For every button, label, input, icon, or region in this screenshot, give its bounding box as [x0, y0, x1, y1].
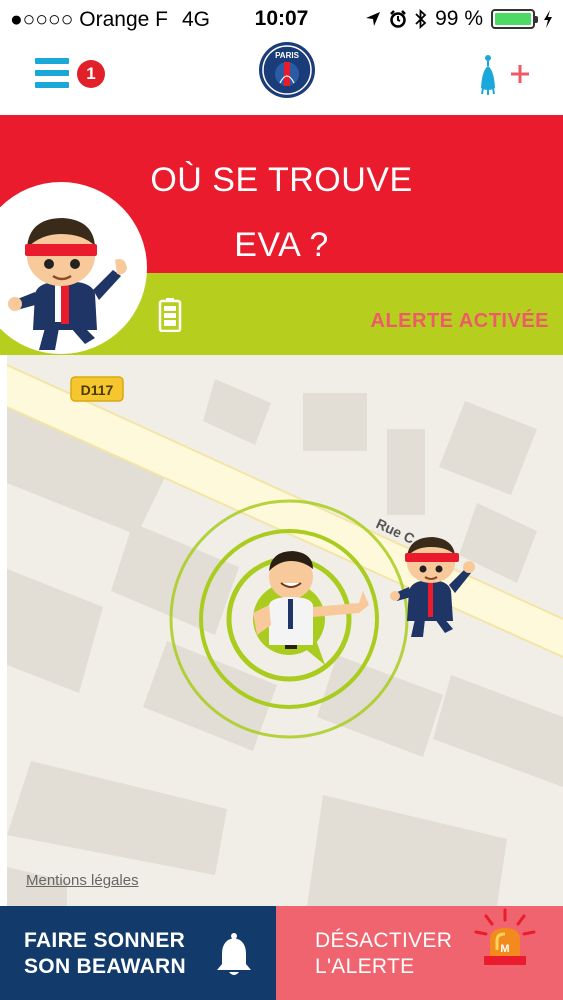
- siren-icon: M: [474, 908, 536, 965]
- location-arrow-icon: [366, 12, 381, 26]
- deactivate-alert-label: DÉSACTIVER L'ALERTE: [315, 928, 452, 980]
- legal-mentions-link[interactable]: Mentions légales: [26, 872, 139, 889]
- nav-bar: 1 PARIS: [0, 38, 563, 115]
- ring-label-line-1: FAIRE SONNER: [24, 929, 186, 952]
- alarm-icon: [390, 10, 407, 28]
- logo-text: PARIS: [275, 51, 300, 60]
- device-battery-icon: [158, 298, 182, 332]
- battery-icon: [491, 9, 538, 29]
- deactivate-alert-button[interactable]: DÉSACTIVER L'ALERTE M: [276, 906, 563, 1000]
- ring-device-button[interactable]: FAIRE SONNER SON BEAWARN: [0, 906, 276, 1000]
- hamburger-menu-icon[interactable]: [35, 58, 69, 88]
- status-bar: ●○○○○ Orange F 4G 10:07 99 %: [0, 0, 563, 38]
- status-right: 99 %: [365, 7, 553, 31]
- add-device-icon[interactable]: [473, 52, 533, 98]
- deactivate-label-line-1: DÉSACTIVER: [315, 929, 453, 952]
- map-view[interactable]: D117 Rue C: [7, 355, 563, 906]
- map-canvas: D117 Rue C: [7, 355, 563, 906]
- notification-badge[interactable]: 1: [77, 60, 105, 88]
- alert-status-label: ALERTE ACTIVÉE: [370, 310, 549, 332]
- battery-percent: 99 %: [435, 7, 483, 30]
- deactivate-label-line-2: L'ALERTE: [315, 955, 415, 978]
- charging-bolt-icon: [544, 10, 552, 28]
- psg-logo: PARIS: [259, 42, 315, 98]
- bell-icon: [217, 933, 251, 975]
- road-label: D117: [81, 382, 114, 398]
- svg-text:M: M: [500, 943, 509, 955]
- bluetooth-icon: [415, 9, 427, 29]
- ring-device-label: FAIRE SONNER SON BEAWARN: [24, 928, 186, 980]
- ring-label-line-2: SON BEAWARN: [24, 955, 186, 978]
